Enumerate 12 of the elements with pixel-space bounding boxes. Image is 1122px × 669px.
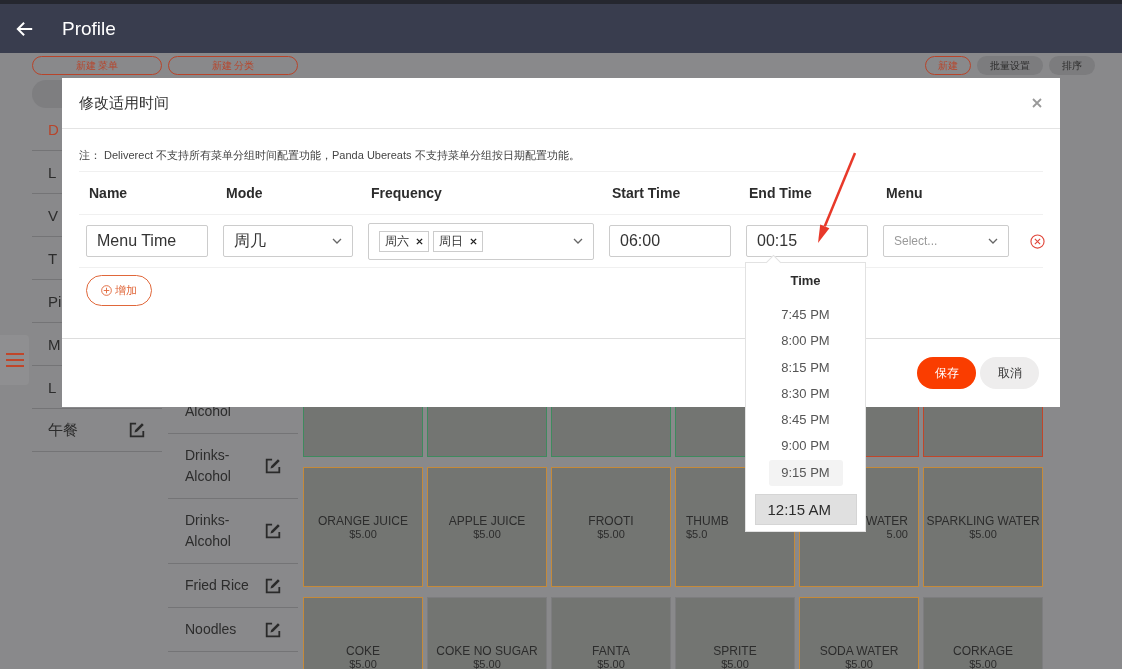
column-header: Start Time [611, 185, 682, 201]
column-header: Frequency [370, 185, 443, 201]
dialog-title: 修改适用时间 [79, 93, 169, 113]
column-header: Menu [885, 185, 924, 201]
day-tag: 周日 [433, 230, 483, 252]
column-header: Name [88, 185, 129, 201]
column-header: Mode [225, 185, 264, 201]
page-title: Profile [62, 17, 116, 40]
column-header: End Time [748, 185, 813, 201]
day-tag: 周六 [379, 230, 429, 252]
note-text: 注： Deliverect 不支持所有菜单分组时间配置功能，Panda Ubereats 不支持菜单分组按日期配置功能。 [79, 129, 1043, 172]
dropdown-title: Time [790, 273, 821, 288]
